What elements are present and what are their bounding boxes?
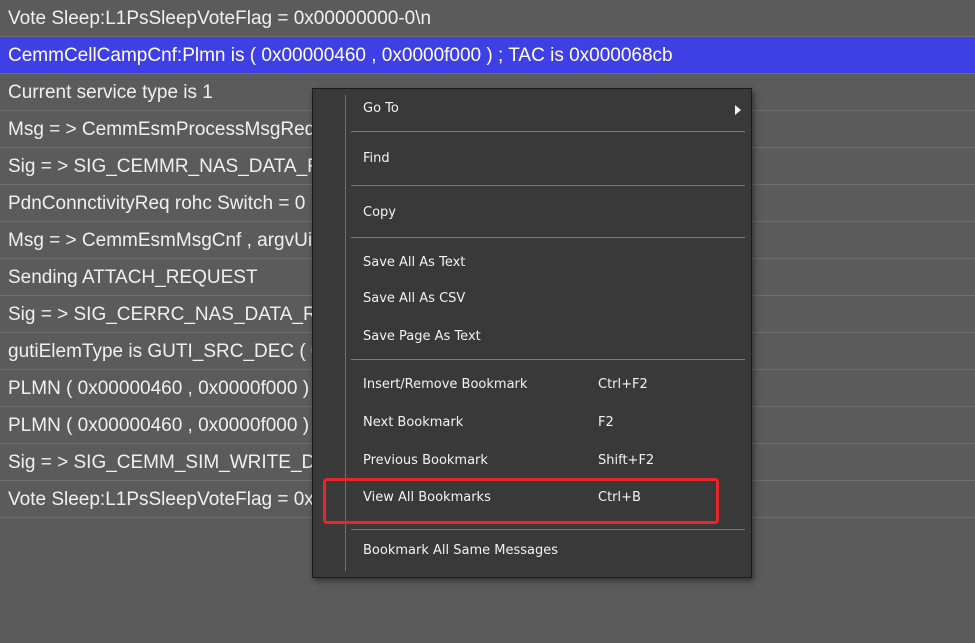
context-menu: Go To Find Copy Save All As Text Save Al… — [312, 88, 752, 578]
menu-item-shortcut: Shift+F2 — [598, 453, 655, 468]
menu-item-label: Copy — [363, 205, 396, 220]
menu-separator — [351, 185, 745, 186]
menu-item-label: Find — [363, 151, 390, 166]
submenu-arrow-icon — [735, 105, 741, 115]
menu-item-next-bookmark[interactable]: Next Bookmark F2 — [363, 409, 743, 437]
menu-item-label: Bookmark All Same Messages — [363, 543, 558, 558]
menu-item-previous-bookmark[interactable]: Previous Bookmark Shift+F2 — [363, 447, 743, 475]
menu-separator — [351, 529, 745, 530]
menu-item-save-all-as-text[interactable]: Save All As Text — [363, 249, 743, 277]
menu-item-save-page-as-text[interactable]: Save Page As Text — [363, 323, 743, 351]
menu-item-label: Go To — [363, 101, 399, 116]
menu-item-find[interactable]: Find — [363, 145, 743, 173]
menu-item-shortcut: Ctrl+F2 — [598, 377, 648, 392]
menu-separator — [351, 359, 745, 360]
menu-item-label: Save All As CSV — [363, 291, 466, 306]
menu-item-copy[interactable]: Copy — [363, 199, 743, 227]
menu-item-label: Save All As Text — [363, 255, 466, 270]
highlight-annotation-box — [323, 478, 719, 524]
menu-item-insert-remove-bookmark[interactable]: Insert/Remove Bookmark Ctrl+F2 — [363, 371, 743, 399]
log-row[interactable]: Vote Sleep:L1PsSleepVoteFlag = 0x0000000… — [0, 0, 975, 37]
menu-separator — [351, 237, 745, 238]
menu-item-go-to[interactable]: Go To — [363, 95, 743, 123]
menu-item-bookmark-all-same-messages[interactable]: Bookmark All Same Messages — [363, 537, 743, 565]
menu-item-label: Insert/Remove Bookmark — [363, 377, 528, 392]
menu-separator — [351, 131, 745, 132]
menu-item-label: Previous Bookmark — [363, 453, 488, 468]
menu-item-label: Save Page As Text — [363, 329, 481, 344]
log-row-selected[interactable]: CemmCellCampCnf:Plmn is ( 0x00000460 , 0… — [0, 37, 975, 74]
menu-item-save-all-as-csv[interactable]: Save All As CSV — [363, 285, 743, 313]
menu-item-shortcut: F2 — [598, 415, 614, 430]
menu-item-label: Next Bookmark — [363, 415, 464, 430]
